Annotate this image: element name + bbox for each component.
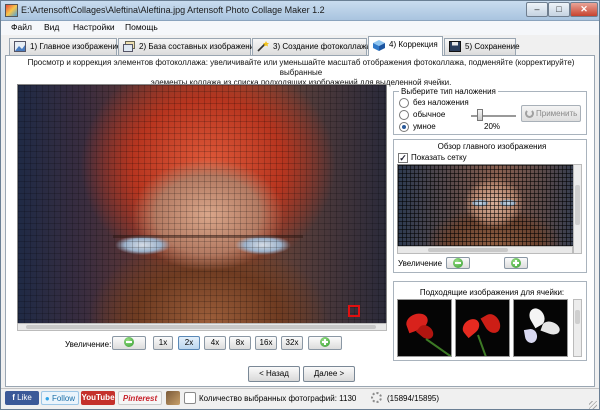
matching-scrollbar-thumb[interactable]	[575, 310, 580, 324]
zoom-1x-button[interactable]: 1x	[153, 336, 173, 350]
menu-settings[interactable]: Настройки	[73, 22, 115, 32]
zoom-label: Увеличение:	[65, 340, 112, 349]
zoom-32x-button[interactable]: 32x	[281, 336, 303, 350]
matching-images-scrollbar[interactable]	[573, 299, 582, 357]
youtube-button[interactable]: YouTube	[81, 391, 115, 405]
overlay-smart-radio[interactable]	[399, 122, 409, 132]
progress-counter: (15894/15895)	[387, 394, 440, 403]
overview-preview[interactable]	[397, 164, 581, 254]
progress-spinner-icon	[371, 392, 382, 403]
overlay-strength-thumb[interactable]	[477, 109, 483, 121]
preview-vertical-scrollbar[interactable]	[573, 164, 582, 254]
zoom-out-button[interactable]	[112, 336, 146, 350]
facebook-like-button[interactable]: f Like	[5, 391, 39, 405]
title-bar[interactable]: E:\Artensoft\Collages\Aleftina\Aleftina.…	[1, 1, 599, 21]
tab-image-database[interactable]: 2) База составных изображений	[118, 38, 259, 55]
maximize-button[interactable]: □	[548, 2, 570, 17]
overview-zoom-label: Увеличение	[398, 259, 443, 268]
selected-cell-marker[interactable]	[348, 305, 360, 317]
zoom-out-icon	[453, 258, 463, 268]
collage-canvas[interactable]	[17, 84, 387, 329]
tab-main-image[interactable]: 1) Главное изображение	[9, 38, 121, 55]
overlay-none-label: без наложения	[413, 98, 469, 107]
preview-horizontal-scrollbar[interactable]	[397, 246, 573, 254]
match-thumbnail[interactable]	[513, 299, 568, 357]
window-title: E:\Artensoft\Collages\Aleftina\Aleftina.…	[21, 5, 325, 15]
matching-images-title: Подходящие изображения для ячейки:	[419, 288, 565, 297]
image-icon	[14, 41, 26, 52]
back-button[interactable]: < Назад	[248, 366, 300, 382]
apply-button[interactable]: Применить	[521, 105, 581, 122]
zoom-in-icon	[511, 258, 521, 268]
twitter-bird-icon: ●	[44, 394, 52, 403]
refresh-icon	[525, 109, 534, 118]
menu-view[interactable]: Вид	[44, 22, 59, 32]
overlay-strength-value: 20%	[484, 122, 501, 131]
scrollbar-thumb[interactable]	[26, 325, 376, 329]
tab-correction[interactable]: 4) Коррекция	[368, 36, 443, 56]
eye-shadow	[113, 235, 303, 238]
zoom-2x-button[interactable]: 2x	[178, 336, 200, 350]
tab-create-collage[interactable]: 3) Создание фотоколлажа	[252, 38, 371, 55]
floppy-disk-icon	[449, 41, 461, 52]
close-button[interactable]: ✕	[570, 2, 598, 17]
preview-grid	[398, 165, 580, 253]
overview-zoom-out-button[interactable]	[446, 257, 470, 269]
mosaic-overlay	[18, 85, 386, 328]
overview-title: Обзор главного изображения	[437, 142, 547, 151]
minimize-button[interactable]: –	[526, 2, 548, 17]
zoom-4x-button[interactable]: 4x	[204, 336, 226, 350]
preview-scrollbar-thumb[interactable]	[575, 185, 580, 225]
overlay-none-radio[interactable]	[399, 98, 409, 108]
menu-bar: Файл Вид Настройки Помощь	[1, 21, 599, 35]
tab-save[interactable]: 5) Сохранение	[444, 38, 520, 55]
match-thumbnail[interactable]	[455, 299, 510, 357]
overlay-type-title: Выберите тип наложения	[399, 87, 498, 96]
next-button[interactable]: Далее >	[303, 366, 355, 382]
show-grid-checkbox[interactable]: ✓	[398, 153, 408, 163]
twitter-follow-button[interactable]: ● Follow	[41, 391, 79, 405]
magic-wand-icon	[257, 41, 269, 52]
zoom-16x-button[interactable]: 16x	[255, 336, 277, 350]
zoom-8x-button[interactable]: 8x	[229, 336, 251, 350]
overlay-normal-label: обычное	[413, 110, 446, 119]
matching-images-list	[397, 299, 569, 357]
resize-grip[interactable]	[589, 401, 597, 409]
selected-photos-count: Количество выбранных фотографий: 1130	[199, 394, 357, 403]
menu-help[interactable]: Помощь	[125, 22, 158, 32]
overview-zoom-in-button[interactable]	[504, 257, 528, 269]
overlay-smart-label: умное	[413, 122, 436, 131]
zoom-in-button[interactable]	[308, 336, 342, 350]
wizard-tabs: 1) Главное изображение 2) База составных…	[1, 36, 599, 56]
show-grid-label: Показать сетку	[411, 153, 467, 162]
overlay-normal-radio[interactable]	[399, 110, 409, 120]
cube-icon	[373, 40, 385, 51]
pinterest-button[interactable]: Pinterest	[118, 391, 162, 405]
app-logo-icon	[5, 4, 18, 17]
zoom-in-icon	[320, 337, 330, 347]
preview-hscroll-thumb[interactable]	[428, 248, 508, 252]
collage-horizontal-scrollbar[interactable]	[17, 323, 387, 331]
menu-file[interactable]: Файл	[11, 22, 32, 32]
zoom-out-icon	[124, 337, 134, 347]
app-window: E:\Artensoft\Collages\Aleftina\Aleftina.…	[0, 0, 600, 410]
image-stack-icon	[123, 41, 135, 52]
match-thumbnail[interactable]	[397, 299, 452, 357]
instagram-icon[interactable]	[166, 391, 180, 405]
photos-icon	[184, 392, 196, 404]
